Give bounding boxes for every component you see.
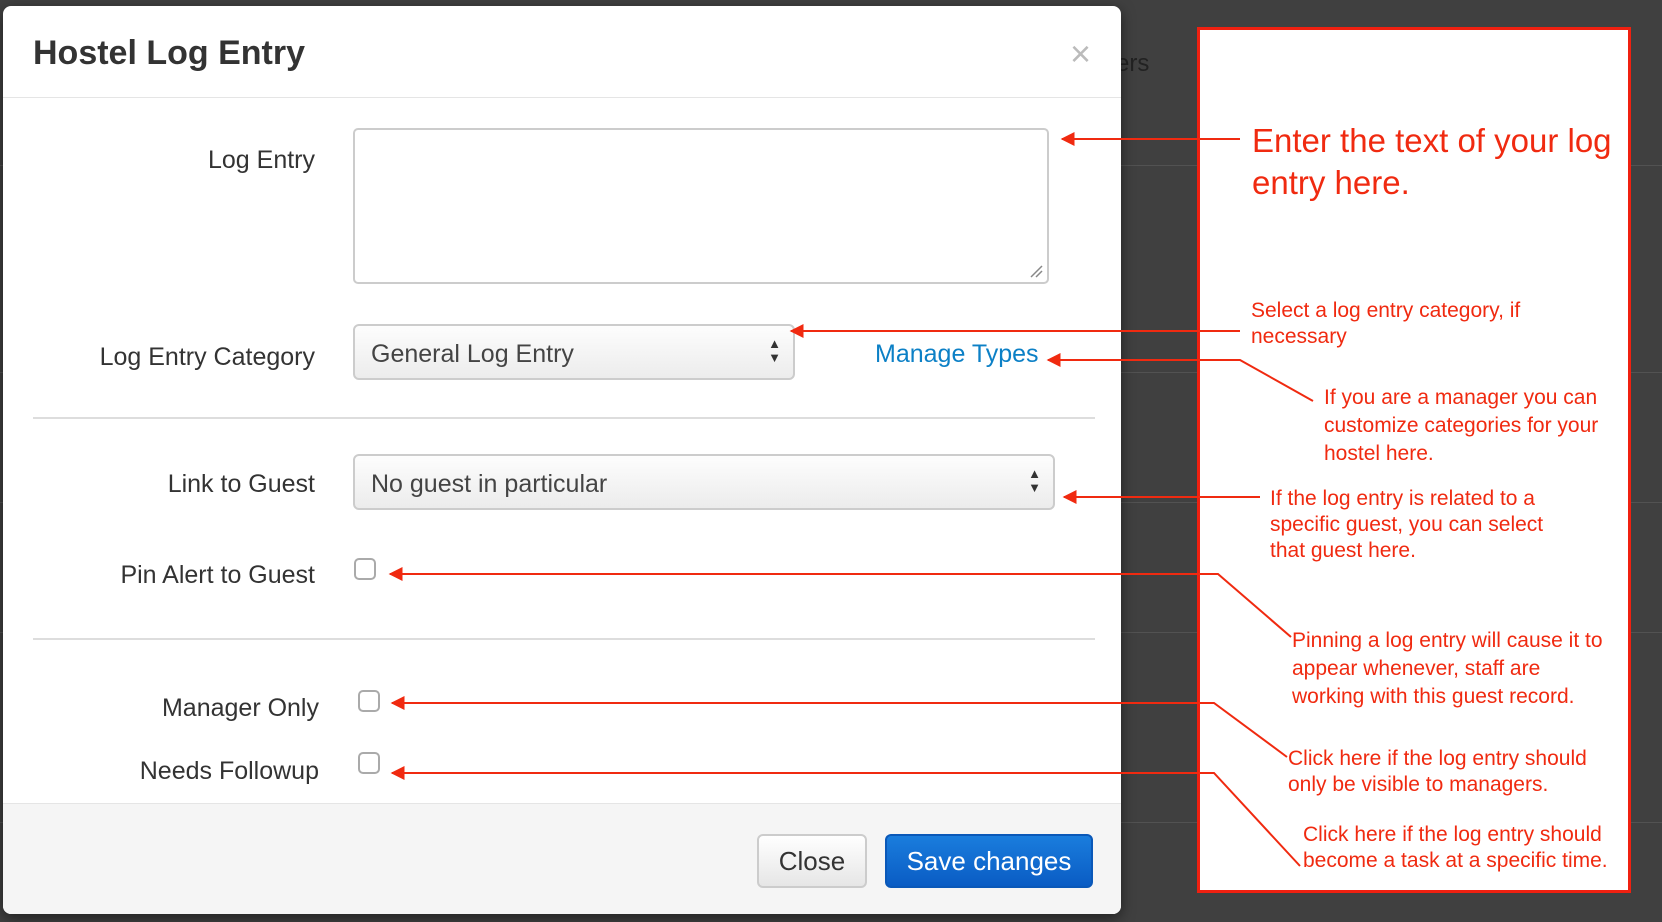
arrow-manage-types xyxy=(1046,353,1314,402)
arrow-needs-followup xyxy=(390,766,1301,867)
arrow-pin-alert xyxy=(388,567,1292,638)
annotation-needs-followup: Click here if the log entry should becom… xyxy=(1303,823,1608,872)
annotation-category: Select a log entry category, if necessar… xyxy=(1251,299,1521,348)
annotation-pin-alert: Pinning a log entry will cause it to app… xyxy=(1292,629,1603,708)
annotation-guest: If the log entry is related to a specifi… xyxy=(1270,487,1544,562)
annotation-manager-only: Click here if the log entry should only … xyxy=(1288,747,1587,796)
arrow-manager-only xyxy=(390,696,1288,758)
annotation-manage-types: If you are a manager you can customize c… xyxy=(1324,386,1599,465)
annotation-log-entry: Enter the text of your log entry here. xyxy=(1252,122,1612,201)
